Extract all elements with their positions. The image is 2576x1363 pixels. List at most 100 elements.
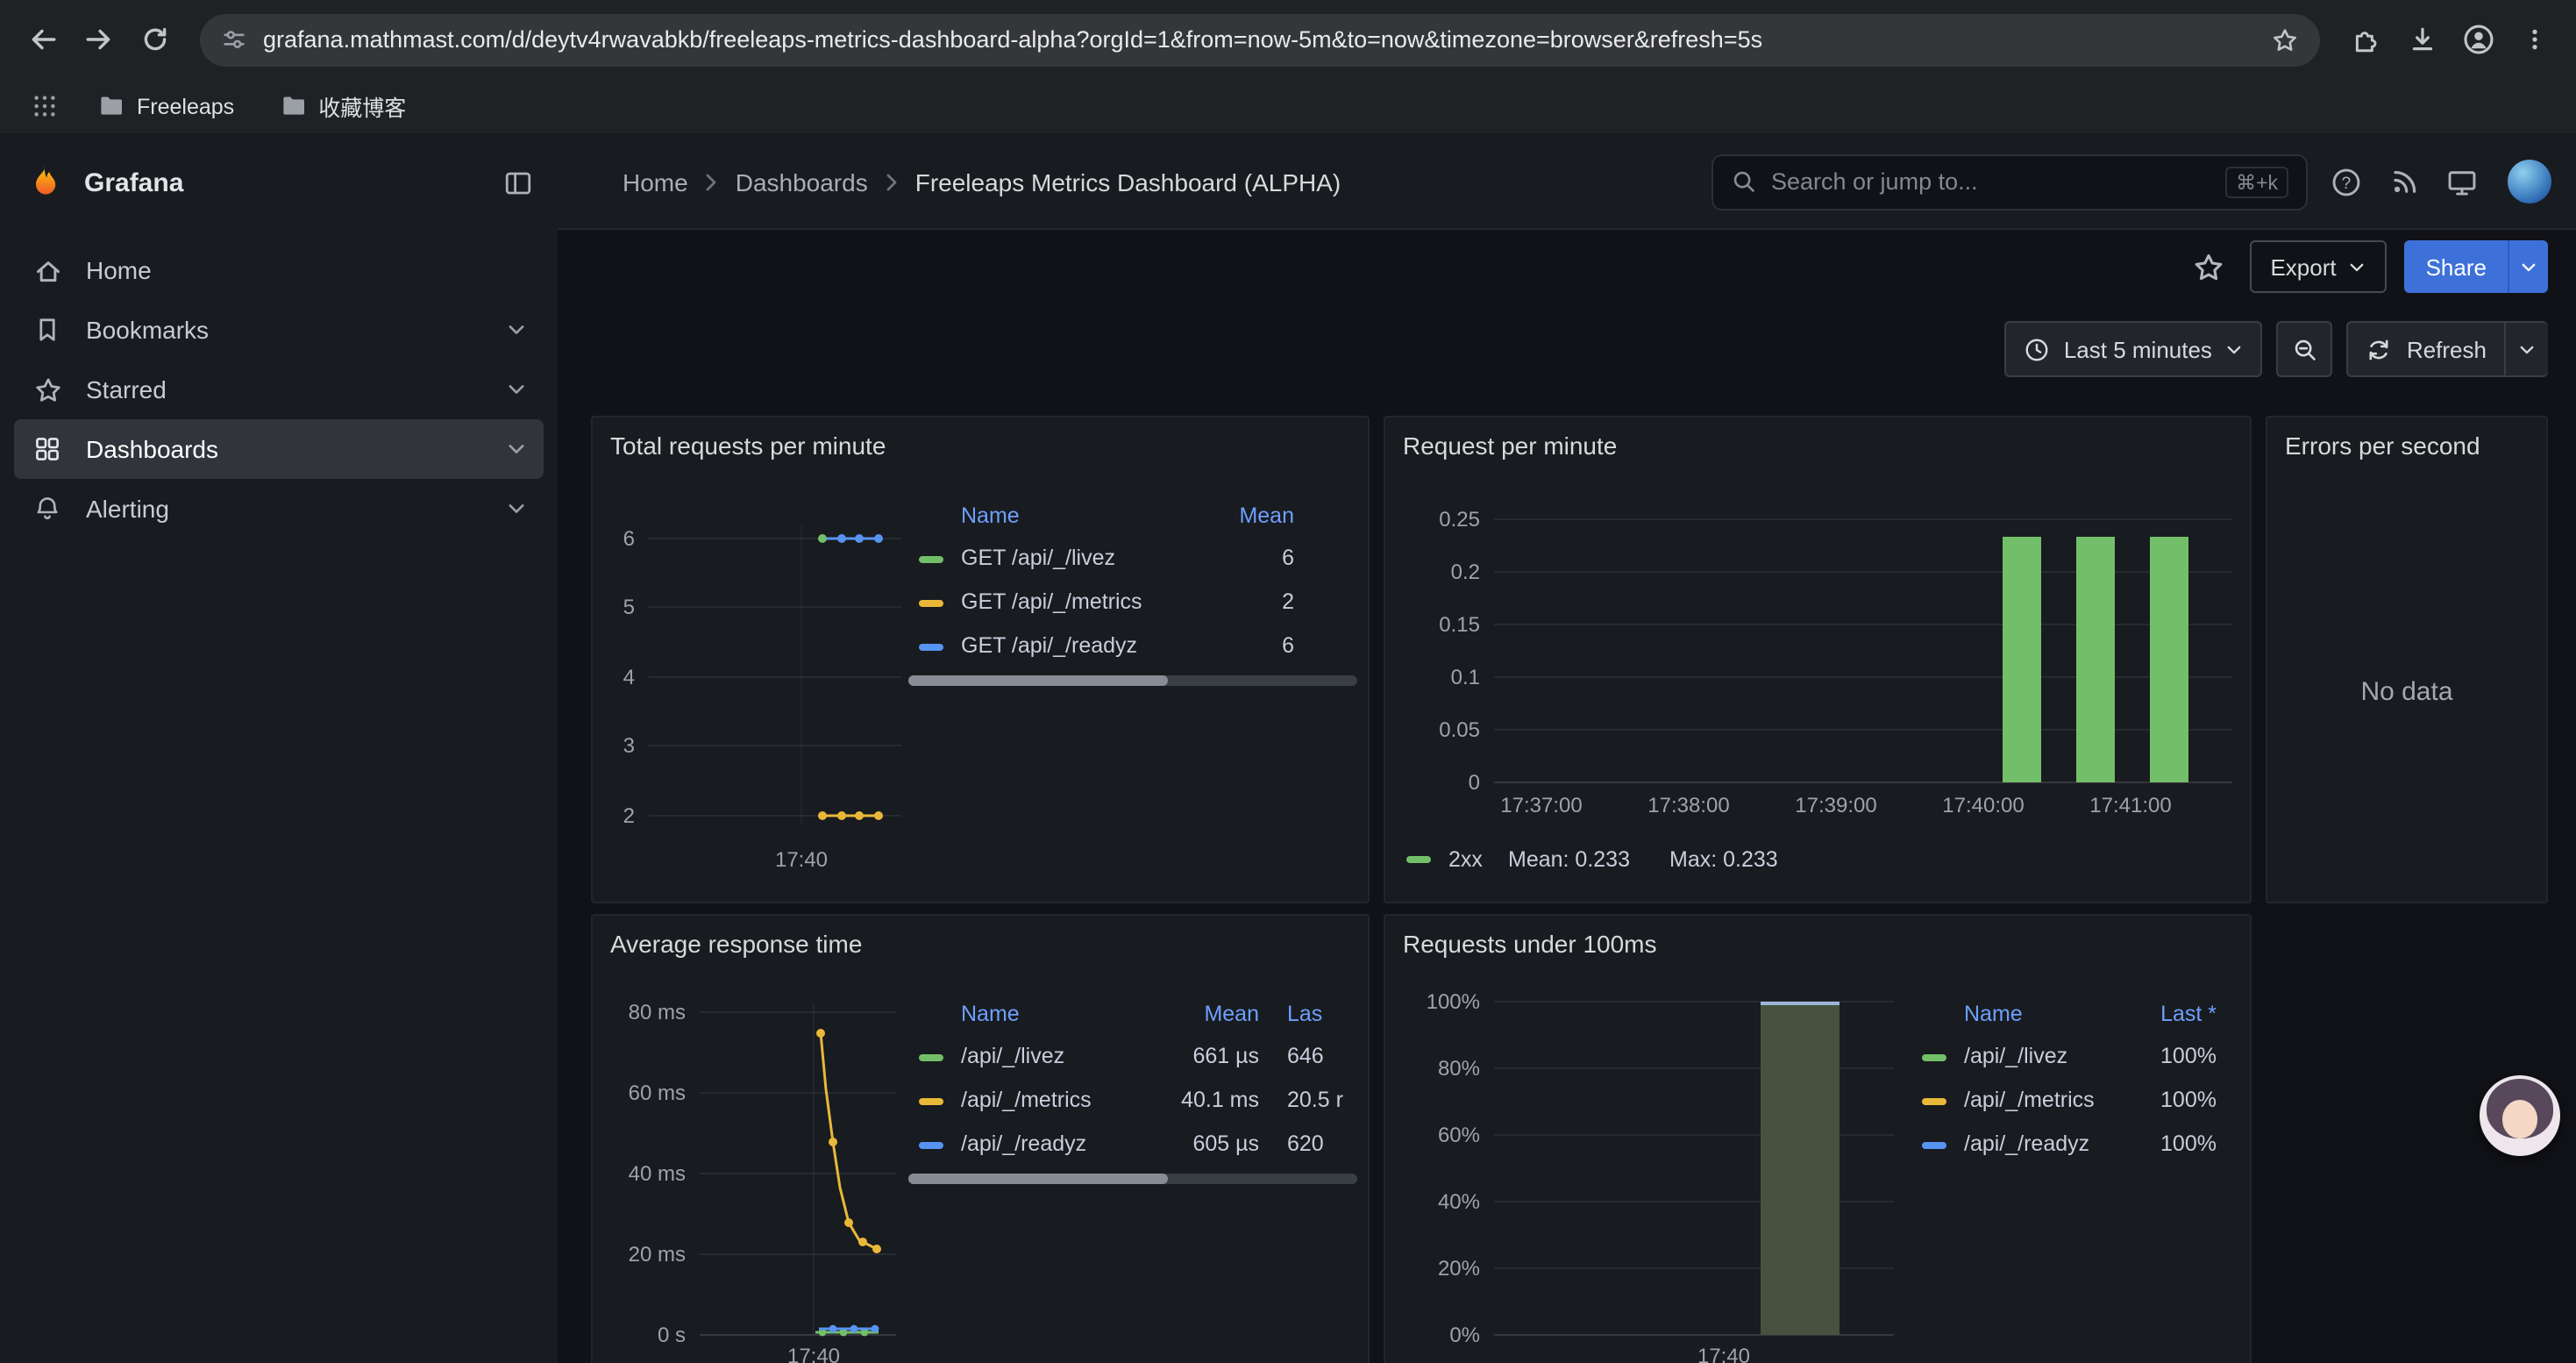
x-tick: 17:37:00 [1489, 793, 1594, 817]
series-color-green[interactable] [919, 555, 943, 562]
favorite-star-icon[interactable] [2186, 244, 2231, 289]
series-color-blue[interactable] [919, 643, 943, 650]
panel-title[interactable]: Average response time [593, 916, 1368, 958]
main-area: Home Dashboards Freeleaps Metrics Dashbo… [558, 135, 2576, 1363]
back-icon[interactable] [18, 15, 67, 64]
sidebar-item-starred[interactable]: Starred [14, 360, 544, 419]
series-color-yellow[interactable] [919, 1097, 943, 1104]
bookmark-folder-blogs[interactable]: 收藏博客 [269, 84, 416, 128]
search-shortcut-hint: ⌘+k [2225, 166, 2288, 197]
site-info-icon[interactable] [221, 26, 247, 53]
legend-table: Name Mean Las /api/_/livez 661 µs 646 [908, 993, 1357, 1184]
share-dropdown-button[interactable] [2508, 240, 2548, 293]
y-tick: 4 [593, 665, 635, 689]
menu-kebab-icon[interactable] [2509, 15, 2558, 64]
x-tick: 17:40:00 [1931, 793, 2036, 817]
legend-row[interactable]: /api/_/metrics 40.1 ms 20.5 r [908, 1079, 1357, 1123]
url-bar[interactable] [200, 13, 2320, 66]
grafana-logo[interactable] [25, 162, 65, 203]
legend-col-mean[interactable]: Mean [1119, 993, 1259, 1035]
search-input[interactable] [1771, 168, 2211, 195]
grafana-app: Grafana Home Bookmarks Starred [0, 135, 2576, 1363]
breadcrumb-home[interactable]: Home [623, 168, 688, 196]
series-color-green[interactable] [1406, 856, 1431, 863]
legend-scrollbar[interactable] [908, 1174, 1357, 1184]
legend-col-last[interactable]: Las [1287, 993, 1357, 1035]
bookmark-star-icon[interactable] [2271, 25, 2299, 54]
export-button[interactable]: Export [2249, 240, 2387, 293]
time-controls: Last 5 minutes Refresh [2004, 319, 2548, 379]
sidebar-item-home[interactable]: Home [14, 240, 544, 300]
series-color-green[interactable] [1922, 1053, 1946, 1060]
url-input[interactable] [263, 26, 2255, 53]
bookmark-folder-freeleaps[interactable]: Freeleaps [88, 88, 245, 125]
breadcrumb-dashboards[interactable]: Dashboards [736, 168, 868, 196]
y-tick: 60 ms [593, 1081, 686, 1105]
legend-row[interactable]: GET /api/_/metrics 2 [908, 581, 1357, 624]
panel-title[interactable]: Requests under 100ms [1385, 916, 2250, 958]
chart [1385, 417, 2253, 905]
y-tick: 100% [1385, 989, 1480, 1014]
chevron-down-icon[interactable] [507, 382, 526, 396]
scrollbar-thumb[interactable] [908, 1174, 1168, 1184]
legend-row[interactable]: /api/_/readyz 100% [1911, 1123, 2227, 1167]
x-tick: 17:41:00 [2078, 793, 2183, 817]
share-button[interactable]: Share [2405, 240, 2508, 293]
panel-title[interactable]: Request per minute [1385, 417, 2250, 460]
legend-scrollbar[interactable] [908, 675, 1357, 686]
sidebar-item-alerting[interactable]: Alerting [14, 479, 544, 539]
sidebar-item-bookmarks[interactable]: Bookmarks [14, 300, 544, 360]
zoom-out-button[interactable] [2277, 321, 2333, 377]
series-color-yellow[interactable] [919, 599, 943, 606]
apps-grid-icon[interactable] [25, 87, 63, 125]
legend-col-name[interactable]: Name [961, 993, 1020, 1035]
legend-col-last[interactable]: Last * [2094, 993, 2217, 1035]
legend-col-mean[interactable]: Mean [1154, 495, 1294, 537]
series-color-green[interactable] [919, 1053, 943, 1060]
chevron-right-icon [884, 171, 900, 192]
legend-col-name[interactable]: Name [1964, 993, 2023, 1035]
legend-row[interactable]: GET /api/_/readyz 6 [908, 624, 1357, 668]
dashboards-grid-icon [32, 433, 63, 465]
legend-col-name[interactable]: Name [961, 495, 1020, 537]
forward-icon[interactable] [74, 15, 123, 64]
monitor-icon[interactable] [2443, 162, 2481, 201]
refresh-button-group: Refresh [2347, 321, 2548, 377]
news-rss-icon[interactable] [2385, 162, 2423, 201]
panel-errors-per-second: Errors per second No data [2266, 416, 2548, 903]
sidebar-item-label: Home [86, 256, 152, 284]
legend-row[interactable]: /api/_/livez 661 µs 646 [908, 1035, 1357, 1079]
extensions-icon[interactable] [2341, 15, 2390, 64]
y-tick: 0.2 [1385, 560, 1480, 584]
share-button-group: Share [2405, 240, 2548, 293]
y-tick: 60% [1385, 1123, 1480, 1147]
sidebar-item-dashboards[interactable]: Dashboards [14, 419, 544, 479]
screen: Freeleaps 收藏博客 Grafana [0, 0, 2576, 1363]
legend-row[interactable]: GET /api/_/livez 6 [908, 537, 1357, 581]
panel-title[interactable]: Errors per second [2267, 417, 2546, 460]
series-color-blue[interactable] [1922, 1141, 1946, 1148]
downloads-icon[interactable] [2397, 15, 2446, 64]
reload-icon[interactable] [130, 15, 179, 64]
legend-row[interactable]: /api/_/readyz 605 µs 620 [908, 1123, 1357, 1167]
assistant-avatar-bubble[interactable] [2480, 1075, 2560, 1156]
panel-title[interactable]: Total requests per minute [593, 417, 1368, 460]
help-icon[interactable]: ? [2327, 162, 2366, 201]
scrollbar-thumb[interactable] [908, 675, 1168, 686]
time-range-picker[interactable]: Last 5 minutes [2004, 321, 2263, 377]
series-color-blue[interactable] [919, 1141, 943, 1148]
user-avatar[interactable] [2508, 160, 2551, 203]
collapse-sidebar-icon[interactable] [503, 168, 533, 197]
series-color-yellow[interactable] [1922, 1097, 1946, 1104]
legend-row[interactable]: 2xx Mean: 0.233 Max: 0.233 [1396, 842, 2238, 877]
legend-inline: 2xx Mean: 0.233 Max: 0.233 [1396, 842, 2238, 877]
legend-row[interactable]: /api/_/metrics 100% [1911, 1079, 2227, 1123]
search-box[interactable]: ⌘+k [1711, 153, 2308, 210]
refresh-interval-dropdown[interactable] [2504, 321, 2548, 377]
refresh-button[interactable]: Refresh [2347, 321, 2504, 377]
chevron-down-icon[interactable] [507, 502, 526, 516]
legend-row[interactable]: /api/_/livez 100% [1911, 1035, 2227, 1079]
chevron-down-icon[interactable] [507, 442, 526, 456]
profile-icon[interactable] [2453, 15, 2502, 64]
chevron-down-icon[interactable] [507, 323, 526, 337]
